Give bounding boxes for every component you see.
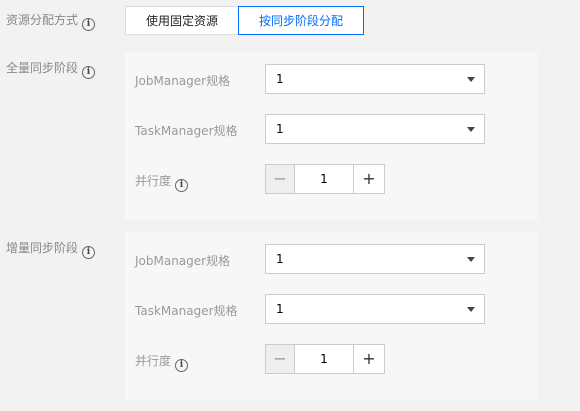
parallelism-input[interactable]: 1 (294, 164, 354, 194)
info-icon[interactable]: i (82, 66, 96, 79)
info-icon[interactable]: i (175, 359, 189, 372)
taskmanager-label: TaskManager规格 (135, 124, 238, 138)
taskmanager-label: TaskManager规格 (135, 304, 238, 318)
chevron-down-icon (467, 307, 475, 312)
parallelism-label: 并行度 (135, 174, 172, 188)
jobmanager-select[interactable]: 1 (265, 64, 485, 94)
allocation-label-row: 资源分配方式 i (6, 12, 96, 31)
decrement-button[interactable]: − (265, 164, 295, 194)
incremental-stage-label: 增量同步阶段 (6, 241, 79, 255)
info-icon[interactable]: i (175, 179, 189, 192)
parallelism-label-row: 并行度 i (135, 352, 189, 372)
taskmanager-value: 1 (276, 302, 284, 316)
fixed-resource-option[interactable]: 使用固定资源 (125, 6, 239, 35)
jobmanager-label: JobManager规格 (135, 74, 231, 88)
incremental-stage-panel: JobManager规格 1 TaskManager规格 1 并行度 i − 1 … (125, 232, 538, 400)
taskmanager-select[interactable]: 1 (265, 114, 485, 144)
chevron-down-icon (467, 257, 475, 262)
parallelism-input[interactable]: 1 (294, 344, 354, 374)
info-icon[interactable]: i (82, 246, 96, 259)
increment-button[interactable]: + (353, 164, 385, 194)
parallelism-label: 并行度 (135, 354, 172, 368)
jobmanager-value: 1 (276, 252, 284, 266)
full-stage-label: 全量同步阶段 (6, 61, 79, 75)
taskmanager-value: 1 (276, 122, 284, 136)
parallelism-stepper: − 1 + (265, 344, 385, 374)
jobmanager-select[interactable]: 1 (265, 244, 485, 274)
info-icon[interactable]: i (82, 18, 96, 31)
chevron-down-icon (467, 77, 475, 82)
jobmanager-label: JobManager规格 (135, 254, 231, 268)
by-stage-option[interactable]: 按同步阶段分配 (238, 6, 364, 35)
full-stage-label-row: 全量同步阶段 i (6, 60, 96, 79)
chevron-down-icon (467, 127, 475, 132)
allocation-label: 资源分配方式 (6, 13, 79, 27)
parallelism-stepper: − 1 + (265, 164, 385, 194)
increment-button[interactable]: + (353, 344, 385, 374)
incremental-stage-label-row: 增量同步阶段 i (6, 240, 96, 259)
parallelism-label-row: 并行度 i (135, 172, 189, 192)
decrement-button[interactable]: − (265, 344, 295, 374)
full-stage-panel: JobManager规格 1 TaskManager规格 1 并行度 i − 1 … (125, 52, 538, 220)
jobmanager-value: 1 (276, 72, 284, 86)
taskmanager-select[interactable]: 1 (265, 294, 485, 324)
